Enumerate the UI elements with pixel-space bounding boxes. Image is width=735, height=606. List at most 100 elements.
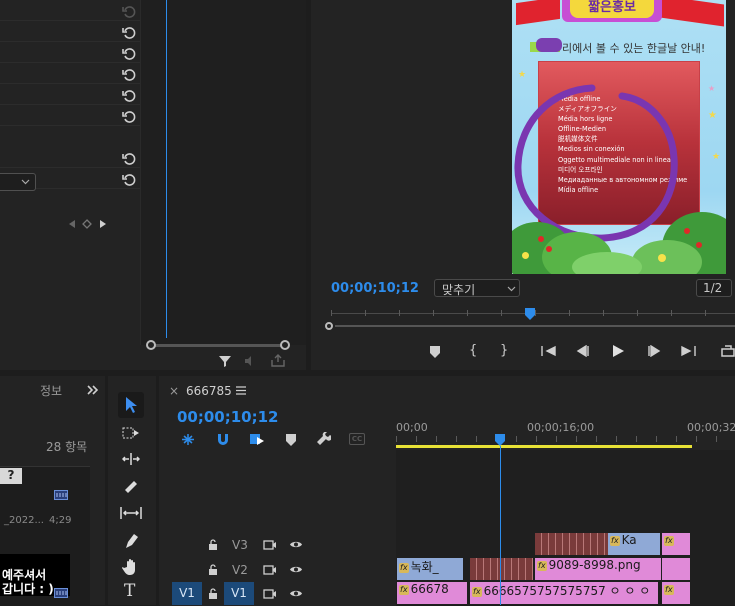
- property-row[interactable]: [0, 105, 140, 126]
- track-target-v1[interactable]: V1: [224, 582, 254, 605]
- reset-icon[interactable]: [122, 173, 136, 187]
- lock-icon[interactable]: [208, 588, 218, 599]
- blend-mode-dropdown[interactable]: [0, 173, 36, 191]
- tab-info[interactable]: 정보: [40, 382, 62, 399]
- timeline-clip[interactable]: fx 6666575757575757 ㅇ ㅇ ㅇ: [470, 582, 658, 604]
- clip-label: 66678: [410, 582, 449, 596]
- timeline-clip[interactable]: [535, 533, 608, 555]
- film-icon[interactable]: [263, 540, 277, 550]
- nest-icon[interactable]: [181, 433, 195, 446]
- audio-icon[interactable]: [243, 355, 259, 367]
- timeline-clip[interactable]: fx 녹화_: [397, 558, 463, 580]
- previous-keyframe-icon[interactable]: [68, 219, 76, 229]
- timeline-clip[interactable]: [470, 558, 533, 580]
- property-row[interactable]: [0, 0, 140, 21]
- work-area-bar[interactable]: [396, 445, 692, 448]
- wrench-icon[interactable]: [317, 432, 331, 447]
- close-icon[interactable]: ×: [169, 384, 179, 398]
- time-ruler[interactable]: [396, 436, 735, 442]
- film-icon[interactable]: [263, 565, 277, 575]
- timeline-clip[interactable]: [662, 558, 690, 580]
- reset-icon[interactable]: [122, 47, 136, 61]
- zoom-scrollbar[interactable]: [146, 340, 290, 350]
- property-row[interactable]: [0, 42, 140, 63]
- eye-icon[interactable]: [289, 539, 303, 550]
- clip-label: 9089-8998.png: [548, 558, 641, 572]
- fx-badge: fx: [610, 535, 620, 546]
- step-forward-icon[interactable]: [647, 345, 661, 357]
- property-row[interactable]: [0, 21, 140, 42]
- property-row[interactable]: [0, 147, 140, 168]
- film-icon[interactable]: [263, 589, 277, 599]
- menu-icon[interactable]: [236, 386, 246, 395]
- sequence-icon[interactable]: [54, 588, 68, 598]
- scroll-handle-left[interactable]: [146, 340, 156, 350]
- add-keyframe-icon[interactable]: [82, 219, 92, 229]
- track-select-tool-icon[interactable]: [122, 426, 140, 440]
- hand-tool-icon[interactable]: [122, 558, 140, 576]
- ripple-edit-tool-icon[interactable]: [122, 452, 140, 466]
- file-duration: 4;29: [49, 515, 72, 526]
- timeline-timecode[interactable]: 00;00;10;12: [177, 408, 279, 426]
- playhead-marker[interactable]: [525, 308, 535, 320]
- go-to-out-icon[interactable]: [680, 345, 696, 357]
- fit-dropdown[interactable]: 맞추기: [434, 279, 520, 297]
- reset-icon[interactable]: [122, 110, 136, 124]
- timeline-clip[interactable]: fx 66678: [397, 582, 467, 604]
- track-label[interactable]: V2: [232, 563, 248, 577]
- video-preview[interactable]: 짧은홍보 리에서 볼 수 있는 한글날 안내! Media offline メディ…: [512, 0, 726, 274]
- timeline-clip[interactable]: fx: [662, 533, 690, 555]
- sequence-icon[interactable]: [54, 490, 68, 500]
- reset-icon[interactable]: [122, 152, 136, 166]
- reset-icon[interactable]: [122, 26, 136, 40]
- export-icon[interactable]: [270, 354, 286, 368]
- play-icon[interactable]: [611, 344, 625, 358]
- file-name[interactable]: _2022...: [4, 515, 44, 526]
- track-label[interactable]: V3: [232, 538, 248, 552]
- linked-selection-icon[interactable]: [249, 432, 265, 447]
- scroll-handle-right[interactable]: [280, 340, 290, 350]
- pen-tool-icon[interactable]: [122, 532, 140, 550]
- star-icon: ★: [712, 152, 721, 162]
- monitor-scrubber[interactable]: [325, 308, 735, 330]
- resolution-dropdown[interactable]: 1/2: [696, 279, 732, 297]
- property-row[interactable]: [0, 84, 140, 105]
- effect-timeline-area: [140, 0, 306, 345]
- go-to-in-icon[interactable]: [541, 345, 557, 357]
- source-patch-v1[interactable]: V1: [172, 582, 202, 605]
- razor-tool-icon[interactable]: [122, 478, 140, 494]
- next-keyframe-icon[interactable]: [99, 219, 107, 229]
- clip-label: 6666575757575757 ㅇ ㅇ ㅇ: [483, 584, 651, 598]
- eye-icon[interactable]: [289, 588, 303, 599]
- lock-icon[interactable]: [208, 564, 218, 575]
- reset-icon[interactable]: [122, 5, 136, 19]
- chevron-double-right-icon[interactable]: [87, 385, 99, 395]
- fx-badge: fx: [537, 560, 547, 571]
- type-tool-icon[interactable]: T: [124, 581, 135, 601]
- reset-icon[interactable]: [122, 89, 136, 103]
- slip-tool-icon[interactable]: [120, 506, 142, 520]
- mark-in-icon[interactable]: {: [469, 343, 477, 358]
- playhead-line: [166, 0, 167, 338]
- scroll-handle-left[interactable]: [325, 322, 333, 330]
- reset-icon[interactable]: [122, 68, 136, 82]
- lock-icon[interactable]: [208, 539, 218, 550]
- sequence-tab[interactable]: 666785: [186, 384, 232, 398]
- selection-tool[interactable]: [118, 392, 144, 418]
- mark-out-icon[interactable]: }: [500, 343, 508, 358]
- playhead-marker[interactable]: [495, 434, 505, 446]
- captions-icon[interactable]: CC: [349, 433, 365, 445]
- program-timecode[interactable]: 00;00;10;12: [331, 281, 419, 296]
- snap-icon[interactable]: [216, 433, 230, 446]
- star-icon: ★: [708, 84, 716, 93]
- filter-icon[interactable]: [218, 354, 232, 368]
- step-back-icon[interactable]: [576, 345, 590, 357]
- lift-icon[interactable]: [721, 345, 735, 357]
- property-row[interactable]: [0, 63, 140, 84]
- timeline-clip[interactable]: fx 9089-8998.png: [535, 558, 661, 580]
- timeline-clip[interactable]: fx: [662, 582, 690, 604]
- timeline-clip[interactable]: fx Ka: [608, 533, 660, 555]
- eye-icon[interactable]: [289, 564, 303, 575]
- add-marker-icon[interactable]: [286, 434, 296, 446]
- add-marker-icon[interactable]: [430, 346, 440, 358]
